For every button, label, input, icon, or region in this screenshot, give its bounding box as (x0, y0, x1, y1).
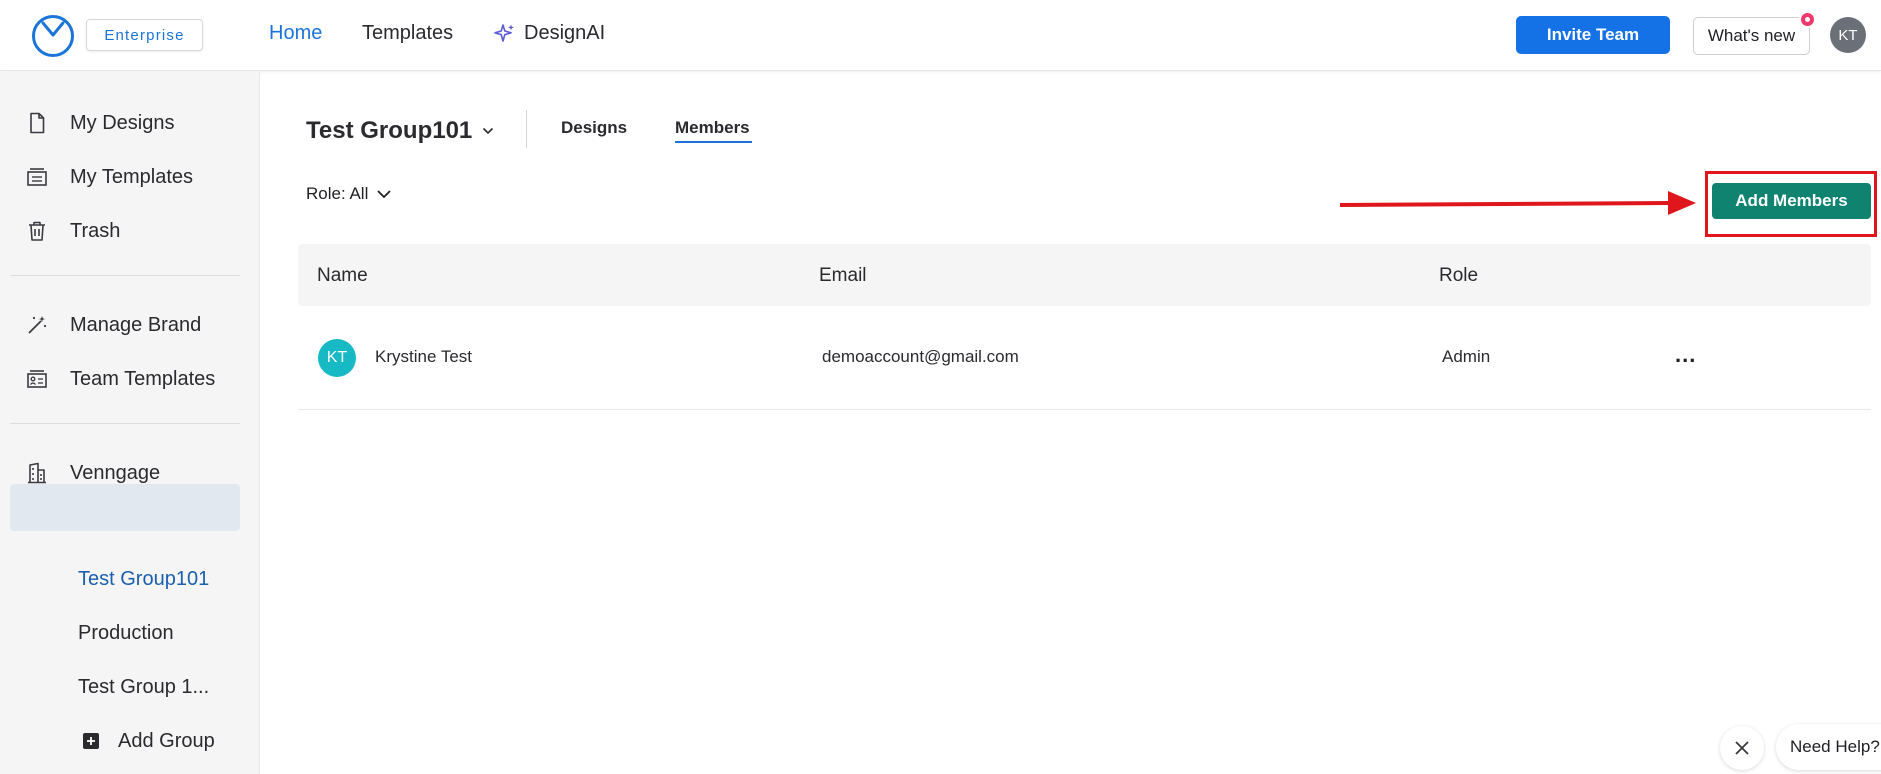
tab-active-underline (675, 141, 752, 143)
notification-dot-icon (1799, 11, 1816, 28)
trash-icon (24, 218, 50, 244)
sidebar-group-item-active[interactable]: Test Group101 (78, 568, 209, 591)
team-template-icon (24, 366, 50, 392)
member-name: Krystine Test (375, 347, 473, 366)
member-email: demoaccount@gmail.com (822, 347, 1019, 366)
sidebar-item-trash[interactable]: Trash (24, 218, 120, 244)
sidebar-divider (10, 423, 240, 424)
nav-templates[interactable]: Templates (362, 22, 453, 45)
title-divider (526, 110, 527, 148)
add-group-label: Add Group (118, 729, 215, 752)
document-icon (24, 110, 50, 136)
template-icon (24, 164, 50, 190)
sidebar-active-highlight (10, 484, 240, 531)
sidebar-item-label: Manage Brand (70, 313, 202, 336)
magic-wand-icon (24, 312, 50, 338)
plan-badge: Enterprise (86, 19, 203, 51)
role-filter-label: Role: All (306, 184, 369, 203)
sidebar-item-label: My Designs (70, 111, 175, 134)
column-header-role: Role (1439, 265, 1479, 286)
sidebar-item-label: Team Templates (70, 367, 216, 390)
user-avatar[interactable]: KT (1830, 17, 1866, 53)
close-icon (1735, 741, 1749, 755)
sidebar-divider (10, 275, 240, 276)
tab-designs[interactable]: Designs (561, 118, 627, 138)
whats-new-button[interactable]: What's new (1693, 17, 1810, 55)
table-header (298, 244, 1871, 306)
column-header-email: Email (819, 265, 867, 286)
help-close-button[interactable] (1720, 726, 1764, 770)
sidebar-item-label: Venngage (70, 461, 161, 484)
sidebar-group-item[interactable]: Test Group 1... (78, 676, 209, 699)
group-title-dropdown[interactable]: Test Group101 (306, 117, 494, 145)
sidebar-group-item[interactable]: Production (78, 622, 174, 645)
chevron-down-icon (483, 127, 494, 135)
annotation-arrow-icon (1339, 191, 1696, 215)
add-group-button[interactable]: Add Group (78, 728, 215, 754)
page-title: Test Group101 (306, 117, 473, 144)
tab-members[interactable]: Members (675, 118, 750, 138)
top-bar: Enterprise Home Templates DesignAI Invit… (0, 0, 1881, 71)
chevron-down-icon (377, 190, 392, 199)
plus-square-icon (78, 728, 104, 754)
row-divider (298, 409, 1871, 410)
role-filter-dropdown[interactable]: Role: All (306, 184, 392, 204)
nav-designai-label: DesignAI (524, 22, 606, 44)
add-members-button[interactable]: Add Members (1712, 183, 1871, 219)
venngage-logo-icon[interactable] (31, 14, 75, 58)
sidebar-item-my-templates[interactable]: My Templates (24, 164, 193, 190)
sidebar-item-team-templates[interactable]: Team Templates (24, 366, 215, 392)
building-icon (24, 460, 50, 486)
nav-designai[interactable]: DesignAI (494, 22, 605, 45)
column-header-name: Name (317, 265, 368, 286)
sidebar-item-venngage[interactable]: Venngage (24, 460, 160, 486)
more-options-icon[interactable]: ... (1675, 344, 1696, 366)
sidebar-item-my-designs[interactable]: My Designs (24, 110, 174, 136)
member-role: Admin (1442, 347, 1491, 366)
nav-home[interactable]: Home (269, 22, 322, 45)
sparkle-icon (494, 23, 514, 42)
invite-team-button[interactable]: Invite Team (1516, 16, 1670, 54)
sidebar-item-label: Trash (70, 219, 121, 242)
need-help-button[interactable]: Need Help? (1776, 724, 1881, 770)
sidebar-item-label: My Templates (70, 165, 194, 188)
member-avatar: KT (318, 339, 356, 377)
sidebar-item-manage-brand[interactable]: Manage Brand (24, 312, 201, 338)
